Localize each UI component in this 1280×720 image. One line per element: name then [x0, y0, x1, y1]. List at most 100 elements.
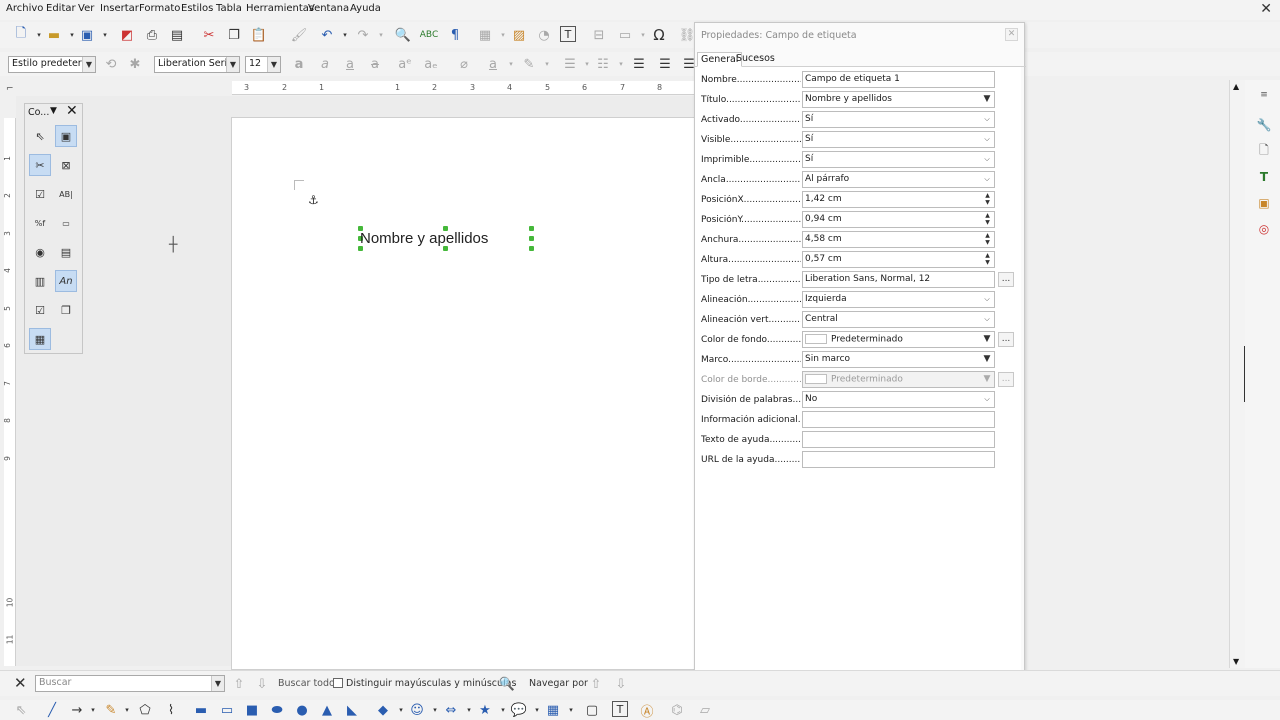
background-color-select[interactable]: Predeterminado ▼ — [802, 331, 995, 348]
selection-handle[interactable] — [529, 236, 534, 241]
additional-info-field[interactable] — [802, 411, 995, 428]
toggle-points-icon[interactable]: ⌬ — [668, 701, 686, 719]
formatting-marks-icon[interactable]: ¶ — [446, 26, 464, 44]
label-field-control[interactable]: Nombre y apellidos — [358, 226, 534, 251]
select-pointer-icon[interactable]: ⇖ — [29, 125, 51, 147]
help-text-field[interactable] — [802, 431, 995, 448]
tab-sucesos[interactable]: Sucesos — [733, 52, 778, 67]
anchor-select[interactable]: Al párrafo ⌵ — [802, 171, 995, 188]
control-properties-icon[interactable]: ⊠ — [55, 154, 77, 176]
strikethrough-icon[interactable]: a — [366, 55, 384, 73]
font-name-select[interactable]: Liberation Serif ▼ — [154, 56, 240, 73]
open-folder-icon[interactable]: ▬ — [45, 26, 63, 44]
vertical-scrollbar[interactable]: ▲ ▼ — [1229, 80, 1245, 668]
diamond-icon[interactable]: ◆ — [374, 701, 392, 719]
menu-formato[interactable]: Formato — [139, 3, 180, 14]
export-pdf-icon[interactable]: ◩ — [118, 26, 136, 44]
navigator-deck-icon[interactable]: ◎ — [1255, 220, 1273, 238]
chevron-down-icon[interactable]: ⌵ — [981, 393, 993, 406]
clone-formatting-icon[interactable]: 🖌 — [290, 26, 308, 44]
print-icon[interactable]: ⎙ — [143, 26, 161, 44]
chevron-down-icon[interactable]: ▼ — [981, 353, 993, 366]
new-document-icon[interactable]: 🗋 — [12, 26, 30, 44]
more-controls-icon[interactable]: ☑ — [29, 299, 51, 321]
gallery-deck-icon[interactable]: ▣ — [1255, 194, 1273, 212]
list-box-icon[interactable]: ▤ — [55, 241, 77, 263]
title-field[interactable]: Nombre y apellidos ▼ — [802, 91, 995, 108]
menu-ver[interactable]: Ver — [78, 3, 94, 14]
menu-editar[interactable]: Editar — [46, 3, 76, 14]
page-deck-icon[interactable]: 🗋 — [1255, 142, 1273, 160]
chevron-down-icon[interactable]: ▾ — [562, 701, 580, 719]
chevron-down-icon[interactable]: ▾ — [372, 26, 390, 44]
chevron-down-icon[interactable]: ⌵ — [981, 113, 993, 126]
chevron-down-icon[interactable]: ▼ — [981, 93, 993, 106]
alignment-select[interactable]: Izquierda ⌵ — [802, 291, 995, 308]
close-document-icon[interactable]: ✕ — [1260, 1, 1272, 17]
font-color-icon[interactable]: a — [484, 55, 502, 73]
circle-icon[interactable]: ● — [293, 701, 311, 719]
border-select[interactable]: Sin marco ▼ — [802, 351, 995, 368]
chevron-down-icon[interactable]: ▾ — [96, 26, 114, 44]
insert-pagebreak-icon[interactable]: ⊟ — [590, 26, 608, 44]
bold-icon[interactable]: a — [290, 55, 308, 73]
selection-handle[interactable] — [529, 226, 534, 231]
search-input[interactable]: Buscar ▼ — [35, 675, 225, 692]
match-case-checkbox[interactable] — [333, 678, 343, 688]
form-design-icon[interactable]: ✂ — [29, 154, 51, 176]
font-size-select[interactable]: 12 ▼ — [245, 56, 281, 73]
highlight-icon[interactable]: ✎ — [520, 55, 538, 73]
paste-icon[interactable]: 📋 — [250, 26, 268, 44]
find-next-icon[interactable]: ⇩ — [253, 675, 271, 693]
position-y-spin[interactable]: 0,94 cm ▲ ▼ — [802, 211, 995, 228]
word-break-select[interactable]: No ⌵ — [802, 391, 995, 408]
square-icon[interactable]: ■ — [243, 701, 261, 719]
horizontal-ruler[interactable]: 3 2 1 1 2 3 4 5 6 7 8 — [232, 81, 694, 95]
fontwork-icon[interactable]: Ⓐ — [638, 701, 656, 720]
chevron-down-icon[interactable]: ⌵ — [981, 313, 993, 326]
checkbox-control-icon[interactable]: ☑ — [29, 183, 51, 205]
navigate-previous-icon[interactable]: ⇧ — [587, 675, 605, 693]
rectangle-icon[interactable]: ▬ — [192, 701, 210, 719]
block-arrow-icon[interactable]: ⇔ — [442, 701, 460, 719]
scroll-down-icon[interactable]: ▼ — [1233, 657, 1239, 666]
subscript-icon[interactable]: aₑ — [422, 55, 440, 73]
close-icon[interactable]: ✕ — [66, 103, 78, 119]
insert-chart-icon[interactable]: ◔ — [535, 26, 553, 44]
navigate-next-icon[interactable]: ⇩ — [612, 675, 630, 693]
option-button-icon[interactable]: ◉ — [29, 241, 51, 263]
combo-box-icon[interactable]: ▥ — [29, 270, 51, 292]
extrusion-icon[interactable]: ▱ — [696, 701, 714, 719]
find-replace-icon[interactable]: 🔍 — [498, 675, 516, 693]
line-icon[interactable]: ╱ — [43, 701, 61, 719]
chevron-down-icon[interactable]: ⌵ — [981, 293, 993, 306]
menu-tabla[interactable]: Tabla — [216, 3, 242, 14]
visible-select[interactable]: Sí ⌵ — [802, 131, 995, 148]
insert-textbox-icon[interactable]: T — [560, 26, 576, 42]
spin-arrows-icon[interactable]: ▲ ▼ — [982, 212, 993, 227]
chevron-down-icon[interactable]: ▾ — [502, 55, 520, 73]
cut-icon[interactable]: ✂ — [200, 26, 218, 44]
save-icon[interactable]: ▣ — [78, 26, 96, 44]
polygon-icon[interactable]: ⬠ — [136, 701, 154, 719]
insert-image-icon[interactable]: ▨ — [510, 26, 528, 44]
width-spin[interactable]: 4,58 cm ▲ ▼ — [802, 231, 995, 248]
flowchart-icon[interactable]: ▦ — [544, 701, 562, 719]
insert-table-icon[interactable]: ▦ — [476, 26, 494, 44]
help-url-field[interactable] — [802, 451, 995, 468]
chevron-down-icon[interactable]: ▾ — [84, 701, 102, 719]
vertical-ruler[interactable]: 1 2 3 4 5 6 7 8 9 10 11 — [3, 118, 16, 666]
chevron-down-icon[interactable]: ▼ — [50, 106, 57, 116]
ellipse-icon[interactable]: ⬬ — [268, 701, 286, 719]
chevron-down-icon[interactable]: ▾ — [336, 26, 354, 44]
clear-formatting-icon[interactable]: ⌀ — [455, 55, 473, 73]
redo-icon[interactable]: ↷ — [354, 26, 372, 44]
label-field-icon[interactable]: An — [55, 270, 77, 292]
styles-deck-icon[interactable]: T — [1255, 168, 1273, 186]
spin-arrows-icon[interactable]: ▲ ▼ — [982, 232, 993, 247]
close-icon[interactable]: ✕ — [1005, 28, 1018, 41]
menu-estilos[interactable]: Estilos — [181, 3, 213, 14]
numbered-list-icon[interactable]: ☷ — [594, 55, 612, 73]
frame-icon[interactable]: ▢ — [583, 701, 601, 719]
scroll-up-icon[interactable]: ▲ — [1233, 82, 1239, 91]
